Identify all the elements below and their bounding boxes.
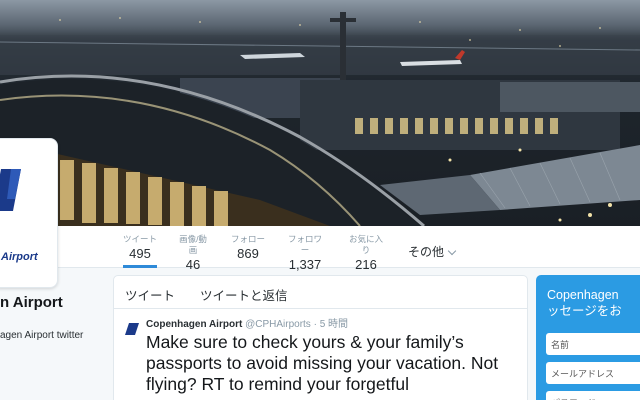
stat-tweets[interactable]: ツイート 495 [123, 234, 157, 268]
stat-followers[interactable]: フォロワー 1,337 [284, 234, 326, 273]
stat-favorites-value: 216 [355, 257, 377, 272]
name-field[interactable]: 名前 [546, 333, 640, 355]
stat-media-value: 46 [185, 257, 201, 272]
tab-tweets-and-replies[interactable]: ツイートと返信 [200, 285, 288, 304]
stat-followers-value: 1,337 [288, 257, 322, 272]
profile-bio: agen Airport twitter [0, 330, 84, 341]
tweet-avatar[interactable] [124, 321, 140, 337]
tab-tweets[interactable]: ツイート [125, 285, 175, 304]
stat-following-value: 869 [237, 246, 259, 261]
stat-favorites[interactable]: お気に入り 216 [345, 234, 387, 273]
email-field[interactable]: メールアドレス [546, 362, 640, 384]
profile-nav-bar: ツイート 495 画像/動画 46 フォロー 869 フォロワー 1,337 お… [0, 226, 640, 272]
widget-title-line1: Copenhagen [547, 288, 619, 302]
profile-avatar[interactable]: Airport [0, 138, 58, 288]
tweet-separator: · [313, 319, 317, 330]
signup-widget: Copenhagen ッセージをお 名前 メールアドレス パスワード [536, 275, 640, 400]
tweet-item[interactable]: Copenhagen Airport @CPHAirports · 5 時間 M… [114, 309, 527, 395]
tweet-header: Copenhagen Airport @CPHAirports · 5 時間 [146, 319, 527, 331]
more-label: その他 [408, 245, 445, 259]
password-field[interactable]: パスワード [546, 391, 640, 400]
header-photo [0, 0, 640, 226]
tweet-author-name[interactable]: Copenhagen Airport [146, 319, 242, 330]
stat-favorites-label: お気に入り [348, 234, 383, 255]
widget-title-line2: ッセージをお [547, 304, 622, 318]
tweet-timestamp[interactable]: 5 時間 [320, 319, 348, 330]
avatar-logo-text: Airport [1, 251, 38, 263]
stat-following-label: フォロー [231, 234, 266, 244]
stat-tweets-value: 495 [129, 246, 151, 261]
tweet-author-handle[interactable]: @CPHAirports [245, 319, 311, 330]
profile-name: n Airport [0, 294, 63, 311]
airport-terminal-illustration [0, 12, 640, 226]
stat-tweets-label: ツイート [123, 234, 158, 244]
chevron-down-icon [447, 246, 457, 256]
stat-media[interactable]: 画像/動画 46 [175, 234, 211, 273]
cph-logo-icon [125, 323, 139, 335]
cph-logo-icon [0, 169, 21, 211]
timeline: ツイート ツイートと返信 Copenhagen Airport @CPHAirp… [113, 275, 528, 400]
timeline-tabs: ツイート ツイートと返信 [114, 276, 527, 309]
more-dropdown[interactable]: その他 [408, 243, 457, 260]
stat-following[interactable]: フォロー 869 [231, 234, 265, 262]
tweet-text: Make sure to check yours & your family’s… [146, 332, 499, 394]
widget-title: Copenhagen ッセージをお [547, 287, 622, 319]
stat-followers-label: フォロワー [287, 234, 322, 255]
stat-media-label: 画像/動画 [179, 234, 207, 255]
